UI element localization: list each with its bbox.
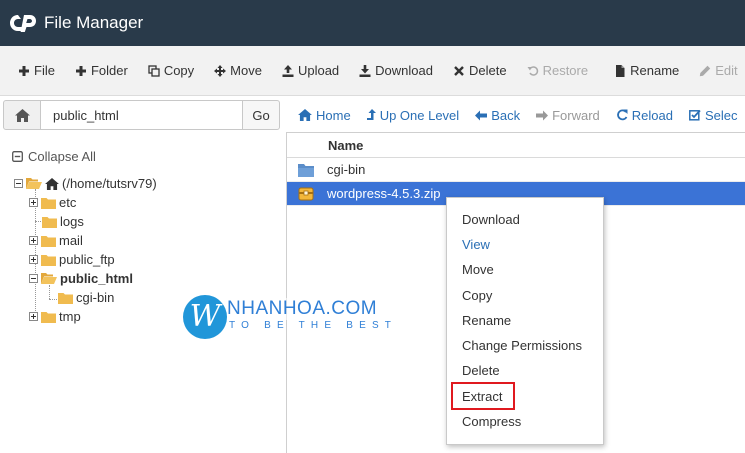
expand-toggle-icon[interactable] [29, 198, 38, 207]
restore-button[interactable]: Restore [517, 56, 599, 86]
app-title: File Manager [44, 13, 144, 32]
home-icon [298, 109, 312, 121]
upload-button[interactable]: Upload [272, 56, 349, 86]
folder-icon [41, 197, 56, 209]
copy-icon [148, 64, 160, 77]
check-square-icon [689, 109, 701, 121]
delete-button[interactable]: Delete [443, 56, 517, 86]
menu-item-change-permissions[interactable]: Change Permissions [462, 338, 582, 353]
extract-highlight-box [451, 382, 515, 410]
forward-link[interactable]: Forward [528, 108, 608, 123]
collapse-all-link[interactable]: Collapse All [12, 149, 96, 164]
collapse-toggle-icon[interactable] [29, 274, 38, 283]
copy-button[interactable]: Copy [138, 56, 204, 86]
menu-item-compress[interactable]: Compress [462, 414, 521, 429]
tree-item-tmp[interactable]: tmp [29, 309, 81, 324]
toolbar: File Folder Copy Move Upload Download De… [0, 46, 745, 96]
menu-item-download[interactable]: Download [462, 212, 520, 227]
move-arrows-icon [214, 64, 227, 77]
menu-item-view[interactable]: View [462, 237, 490, 252]
minus-square-icon [12, 151, 23, 162]
tree-item-logs[interactable]: logs [42, 214, 84, 229]
download-icon [359, 64, 371, 77]
cpanel-logo-icon [10, 15, 36, 32]
folder-icon [41, 235, 56, 247]
watermark-slogan: TO BE THE BEST [229, 320, 398, 331]
home-link[interactable]: Home [290, 108, 359, 123]
tree-item-root[interactable]: (/home/tutsrv79) [14, 176, 157, 191]
name-column-header[interactable]: Name [328, 138, 363, 153]
tree-item-etc[interactable]: etc [29, 195, 76, 210]
up-one-level-link[interactable]: Up One Level [359, 108, 468, 123]
app-header: File Manager [0, 0, 745, 46]
close-icon [454, 65, 464, 76]
select-all-link[interactable]: Selec [681, 108, 745, 123]
move-button[interactable]: Move [204, 56, 272, 86]
rename-button[interactable]: Rename [604, 56, 689, 86]
menu-item-copy[interactable]: Copy [462, 288, 492, 303]
arrow-right-icon [536, 110, 549, 120]
navigation-links: Home Up One Level Back Forward Reload Se… [290, 100, 745, 130]
folder-open-icon [41, 273, 57, 284]
folder-icon [58, 292, 73, 304]
reload-link[interactable]: Reload [608, 108, 681, 123]
home-icon [45, 177, 59, 190]
tree-item-public-html[interactable]: public_html [29, 271, 133, 286]
back-link[interactable]: Back [467, 108, 528, 123]
tree-item-public-ftp[interactable]: public_ftp [29, 252, 115, 267]
tree-guide-line [49, 285, 50, 299]
home-icon [14, 108, 30, 122]
collapse-toggle-icon[interactable] [14, 179, 23, 188]
tree-item-cgi-bin[interactable]: cgi-bin [58, 290, 114, 305]
new-file-button[interactable]: File [8, 56, 65, 86]
expand-toggle-icon[interactable] [29, 236, 38, 245]
tree-guide-line [35, 221, 41, 222]
navigation-row: Go Home Up One Level Back Forward Reload… [0, 96, 745, 132]
nhanhoa-logo-icon: W [183, 295, 227, 339]
edit-button[interactable]: Edit [689, 56, 745, 86]
file-row-cgi-bin[interactable]: cgi-bin [287, 158, 745, 182]
home-directory-button[interactable] [3, 100, 41, 130]
plus-icon [75, 65, 86, 76]
folder-open-icon [26, 178, 42, 189]
folder-icon [298, 163, 314, 177]
watermark-brand: NHANHOA.COM [227, 298, 378, 320]
level-up-icon [366, 109, 376, 120]
menu-item-delete[interactable]: Delete [462, 363, 500, 378]
nhanhoa-watermark: W NHANHOA.COM TO BE THE BEST [183, 293, 398, 343]
go-button[interactable]: Go [242, 100, 280, 130]
arrow-left-icon [475, 110, 488, 120]
folder-icon [41, 311, 56, 323]
expand-toggle-icon[interactable] [29, 255, 38, 264]
pencil-icon [700, 65, 711, 76]
tree-item-mail[interactable]: mail [29, 233, 83, 248]
archive-icon [298, 187, 314, 200]
column-header: Name [287, 133, 745, 158]
download-button[interactable]: Download [349, 56, 443, 86]
new-folder-button[interactable]: Folder [65, 56, 138, 86]
menu-item-move[interactable]: Move [462, 262, 494, 277]
folder-icon [42, 216, 57, 228]
refresh-icon [616, 109, 628, 121]
tree-guide-line [49, 299, 57, 300]
menu-item-rename[interactable]: Rename [462, 313, 511, 328]
folder-icon [41, 254, 56, 266]
path-input[interactable] [40, 100, 243, 130]
undo-icon [527, 65, 538, 76]
expand-toggle-icon[interactable] [29, 312, 38, 321]
plus-icon [19, 65, 29, 76]
file-icon [616, 64, 625, 77]
upload-icon [282, 64, 294, 77]
